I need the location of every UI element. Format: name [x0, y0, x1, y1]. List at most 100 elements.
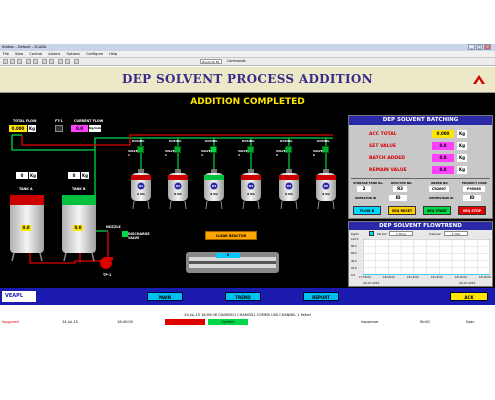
tank-b-level-unit: Kg — [81, 172, 89, 179]
menu-bar: File View Control Alarms Options Configu… — [0, 51, 495, 58]
system-indicator[interactable]: System — [208, 319, 248, 325]
server-name: expserver — [361, 320, 379, 324]
valve-label: VALVE-1 — [128, 149, 139, 157]
total-flow-value: 0.000 — [9, 125, 27, 132]
reactor-vessel[interactable] — [239, 169, 263, 211]
trend-y-tick: 0.0 — [351, 274, 356, 277]
company-logo-icon — [473, 75, 485, 84]
product-code-value: P95085 — [463, 186, 485, 192]
reactor-id: R4 — [248, 184, 254, 188]
batching-title: DEP SOLVENT BATCHING — [349, 116, 492, 125]
minimize-button[interactable]: _ — [468, 44, 475, 50]
reactor-vessel[interactable] — [129, 169, 153, 211]
alarm-icon[interactable] — [42, 59, 47, 64]
status-time: 18:40:00 — [117, 320, 133, 324]
reactor-vessel[interactable] — [166, 169, 190, 211]
set-value-label: SET VALUE — [369, 144, 397, 149]
divider — [351, 178, 490, 179]
save-icon[interactable] — [33, 59, 38, 64]
reactor-value: 0 KG — [210, 192, 218, 196]
total-flow-unit: Kg — [28, 125, 36, 132]
reactor-vessel[interactable] — [277, 169, 301, 211]
close-button[interactable]: × — [484, 44, 491, 50]
seq-stop-button[interactable]: SEQ STOP — [458, 206, 486, 215]
print-icon[interactable] — [26, 59, 31, 64]
menu-configure[interactable]: Configure — [86, 52, 103, 56]
zoom-select[interactable]: Zoom To Fit — [200, 59, 222, 64]
batching-panel: DEP SOLVENT BATCHING ACC TOTAL 0.000 Kg … — [348, 115, 493, 219]
trend-button[interactable]: TREND — [225, 292, 261, 301]
flow-transmitter-icon — [55, 125, 63, 132]
reactor-vessel[interactable] — [314, 169, 338, 211]
ack-icon[interactable] — [49, 59, 54, 64]
alarm-indicator[interactable] — [165, 319, 205, 325]
report-icon[interactable] — [65, 59, 70, 64]
reactor-value: 0 KG — [322, 192, 330, 196]
forward-icon[interactable] — [10, 59, 15, 64]
trend-x-tick: 17:59:00 — [359, 276, 371, 279]
remain-value-unit: Kg — [457, 166, 467, 174]
alarm-line[interactable]: 24-Jul-15 18:09:08 CHAMOD1 CHAMOD1 COMMS… — [0, 312, 495, 318]
trend-plot[interactable] — [363, 239, 490, 275]
supervisor-id-value[interactable]: ID — [463, 195, 481, 201]
trend-y-tick: 60.0 — [351, 252, 357, 256]
main-button[interactable]: MAIN — [147, 292, 183, 301]
remain-value: 0.0 — [432, 166, 454, 174]
operator-mode: Oper — [465, 320, 475, 324]
discharge-valve-label: DISCHARGE VALVE — [128, 232, 150, 240]
flow-b-button[interactable]: FLOW B — [353, 206, 381, 215]
pump-icon[interactable] — [98, 256, 114, 270]
trend-interval-select[interactable]: 1 min — [444, 231, 468, 236]
total-flow-label: TOTAL FLOW — [13, 119, 37, 123]
home-icon[interactable] — [17, 59, 22, 64]
ft-label: FT-1 — [55, 119, 63, 123]
valve-label: VALVE-3 — [201, 149, 212, 157]
maximize-button[interactable]: □ — [476, 44, 483, 50]
trend-icon[interactable] — [58, 59, 63, 64]
reactor-value: 0 KG — [137, 192, 145, 196]
valve-label: VALVE-5 — [276, 149, 287, 157]
back-icon[interactable] — [3, 59, 8, 64]
ack-button[interactable]: ACK — [450, 292, 488, 301]
trend-x-tick: 18:39:00 — [455, 276, 467, 279]
process-mimic: TOTAL FLOW 0.000 Kg FT-1 CURRENT FLOW 0.… — [0, 113, 345, 288]
trend-y-tick: 40.0 — [351, 259, 357, 263]
trend-x-tick: 18:09:00 — [383, 276, 395, 279]
set-value-unit: Kg — [457, 142, 467, 150]
reactor-no-value: R3 — [393, 186, 407, 192]
set-value[interactable]: 0.0 — [432, 142, 454, 150]
reactor-id: R6 — [323, 184, 329, 188]
clear-reactor-selection-button[interactable]: CLEAR REACTOR SELECTION — [205, 231, 257, 247]
storage-tank-value: 2 — [357, 186, 371, 192]
operator-id-value[interactable]: ID — [389, 195, 407, 201]
seq-start-button[interactable]: SEQ START — [423, 206, 451, 215]
window-title-bar: Station - Default - SCADA _ □ × — [0, 44, 495, 51]
trend-date-end: 24-07-2015 — [459, 281, 476, 285]
report-button[interactable]: REPORT — [303, 292, 339, 301]
menu-control[interactable]: Control — [29, 52, 42, 56]
trend-date-start: 24-07-2015 — [363, 281, 380, 285]
reactor-id: R5 — [286, 184, 292, 188]
reactor-vessel[interactable] — [202, 169, 226, 211]
reactor-id: R3 — [211, 184, 217, 188]
current-flow-value: 0.0 — [71, 125, 88, 132]
menu-options[interactable]: Options — [66, 52, 80, 56]
toolbar: Zoom To Fit Commands — [0, 58, 495, 66]
trend-x-tick: 18:19:00 — [407, 276, 419, 279]
menu-alarms[interactable]: Alarms — [48, 52, 60, 56]
menu-file[interactable]: File — [3, 52, 9, 56]
seq-reset-button[interactable]: SEQ RESET — [388, 206, 416, 215]
commands-label[interactable]: Commands — [227, 58, 246, 65]
acc-total-unit: Kg — [457, 130, 467, 138]
help-icon[interactable] — [74, 59, 79, 64]
trend-period-select[interactable]: 1 Hour — [389, 231, 413, 236]
acc-total-label: ACC TOTAL — [369, 132, 397, 137]
supervisor-id-label: SUPERVISOR ID — [429, 196, 454, 200]
batch-added-unit: Kg — [457, 154, 467, 162]
trend-y-tick: 80.0 — [351, 245, 357, 249]
menu-view[interactable]: View — [15, 52, 23, 56]
trend-pen-color[interactable] — [369, 231, 374, 236]
batch-added-value: 0.0 — [432, 154, 454, 162]
order-no-value: CR2667 — [429, 186, 449, 192]
menu-help[interactable]: Help — [109, 52, 117, 56]
